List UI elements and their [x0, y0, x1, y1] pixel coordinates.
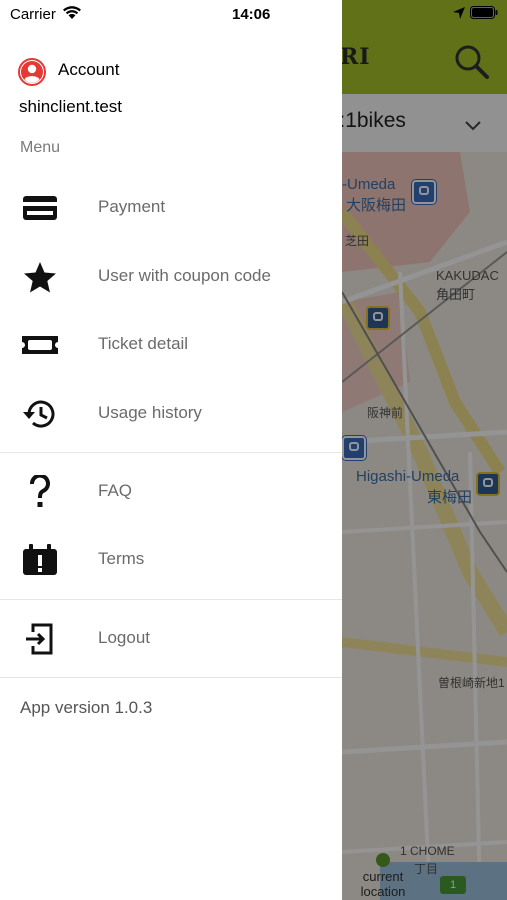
menu-item-label: Ticket detail: [98, 334, 189, 353]
account-icon: [18, 58, 46, 86]
history-icon: [23, 400, 55, 428]
star-icon: [24, 262, 56, 293]
menu-item-ticket-detail[interactable]: Ticket detail: [0, 315, 342, 375]
menu-item-label: FAQ: [98, 481, 133, 500]
carrier-label: Carrier: [10, 6, 56, 23]
menu-header: Menu: [20, 139, 61, 156]
menu-item-label: Payment: [98, 197, 166, 216]
menu-item-coupon-code[interactable]: User with coupon code: [0, 247, 342, 307]
clock: 14:06: [232, 6, 271, 23]
location-arrow-icon: [453, 7, 465, 19]
account-row[interactable]: Account: [0, 52, 342, 88]
app-version: App version 1.0.3: [20, 698, 153, 717]
username: shinclient.test: [19, 97, 122, 116]
logout-label: Logout: [98, 628, 150, 647]
divider: [0, 452, 342, 453]
menu-item-faq[interactable]: FAQ: [0, 462, 342, 522]
credit-card-icon: [23, 196, 57, 220]
wifi-icon: [63, 6, 81, 19]
divider: [0, 599, 342, 600]
menu-item-payment[interactable]: Payment: [0, 178, 342, 238]
menu-item-label: Usage history: [98, 403, 202, 422]
battery-icon: [470, 6, 498, 19]
status-bar: Carrier 14:06: [0, 0, 342, 30]
menu-item-usage-history[interactable]: Usage history: [0, 384, 342, 444]
ticket-icon: [22, 336, 58, 354]
navigation-drawer: Carrier 14:06 Account shinclient.test Me…: [0, 0, 342, 900]
divider: [0, 677, 342, 678]
logout-button[interactable]: Logout: [0, 609, 342, 669]
menu-item-label: Terms: [98, 549, 145, 568]
calendar-alert-icon: [23, 544, 57, 575]
menu-item-label: User with coupon code: [98, 266, 271, 285]
account-label: Account: [58, 60, 120, 79]
question-icon: [30, 475, 50, 507]
logout-icon: [26, 623, 53, 655]
menu-item-terms[interactable]: Terms: [0, 530, 342, 590]
